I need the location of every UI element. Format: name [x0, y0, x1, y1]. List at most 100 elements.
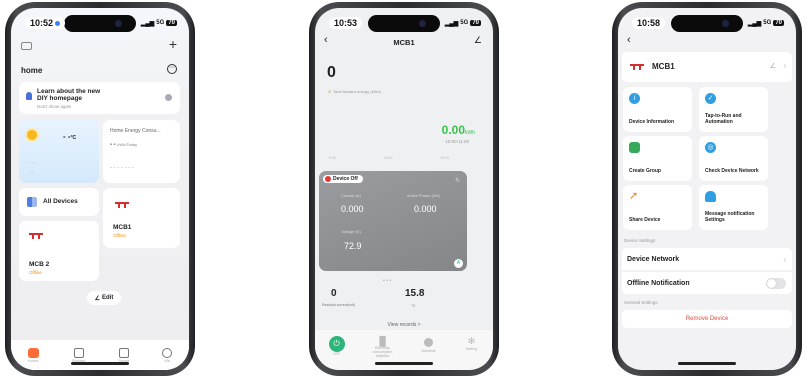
axis-tick: 10:00	[383, 156, 393, 160]
alert-icon	[325, 176, 331, 182]
energy-value: - - kWh/Today	[110, 142, 138, 148]
power-label: Active Power (kW)	[407, 193, 440, 198]
bars-icon: ▐▌	[376, 336, 389, 346]
weather-card[interactable]: - -°C - - - -	[19, 120, 99, 183]
residual-label: Residual current(mA)	[322, 303, 356, 307]
battery-icon: 70	[470, 20, 481, 26]
device-card-mcb1[interactable]: MCB1 Offline	[103, 188, 180, 248]
dont-show-again-link[interactable]: Don't show again	[37, 104, 71, 109]
close-icon[interactable]	[165, 94, 172, 101]
device-name: MCB1	[652, 62, 675, 71]
more-icon[interactable]: ⋯	[167, 64, 177, 74]
pencil-icon: ∠	[94, 295, 101, 302]
device-header[interactable]: MCB1 ∠ ›	[622, 52, 792, 82]
me-icon	[162, 348, 173, 358]
tab-home[interactable]: Home	[27, 348, 39, 363]
battery-icon: 70	[773, 20, 784, 26]
add-icon[interactable]: +	[169, 36, 177, 52]
group-icon	[629, 142, 640, 153]
forward-energy-value: 0	[327, 64, 336, 81]
edit-icon[interactable]: ∠	[474, 35, 482, 46]
sun-icon	[27, 130, 37, 140]
remove-device-button[interactable]: Remove Device	[622, 310, 792, 328]
section-general-settings: General Settings	[624, 300, 658, 305]
bell-icon	[705, 191, 716, 202]
tab-smart[interactable]: Smart	[118, 348, 129, 363]
info-icon: i	[629, 93, 640, 104]
view-records-link[interactable]: View records >	[315, 322, 493, 328]
energy-dashes: - - - - - - -	[110, 165, 134, 171]
residual-value: 0	[331, 288, 337, 299]
offline-notification-toggle[interactable]	[766, 277, 786, 289]
weather-temp: - -°C	[63, 132, 77, 141]
power-icon: ⏻	[328, 336, 345, 352]
status-time: 10:58	[632, 17, 666, 29]
forward-energy-label: ⚡ Total forward energy (kWh)	[327, 89, 382, 94]
banner-title: Learn about the new DIY homepage	[37, 88, 101, 102]
off-button[interactable]: ⏻ OFF	[323, 336, 351, 370]
mode-badge[interactable]: A	[454, 259, 463, 268]
energy-title: Home Energy Consu...	[110, 128, 161, 134]
signal-indicator: ▂▄▆ 5G 70	[444, 20, 481, 27]
device-name: MCB 2	[29, 261, 50, 268]
tile-share-device[interactable]: ➚ Share Device	[623, 185, 692, 230]
weather-line-1: - -	[29, 160, 34, 166]
edit-icon[interactable]: ∠	[770, 62, 776, 70]
refresh-icon[interactable]: ↻	[455, 177, 460, 184]
chart-time: 10:00-11:00	[445, 139, 469, 144]
chevron-right-icon: ›	[783, 254, 786, 264]
status-bar: 10:52 ▂▄▆ 5G 70	[25, 16, 177, 30]
tile-create-group[interactable]: Create Group	[623, 136, 692, 181]
power-value: 0.000	[414, 204, 437, 214]
toggle-knob	[767, 278, 776, 288]
temp-value: 15.8	[405, 288, 425, 299]
device-status: Offline	[29, 270, 42, 275]
phone-home-screen: 10:52 ▂▄▆ 5G 70 + home ⋯ Learn about the…	[5, 2, 195, 376]
diy-banner[interactable]: Learn about the new DIY homepage Don't sh…	[19, 82, 180, 114]
network-label: 5G	[156, 20, 165, 26]
tab-me[interactable]: Me	[162, 348, 173, 363]
phone-device-panel: 10:53 ▂▄▆ 5G 70 ‹ MCB1 ∠ 0 ⚡ Total forwa…	[309, 2, 499, 376]
chevron-right-icon: ›	[783, 61, 786, 70]
chart-value: 0.00kWh	[441, 123, 475, 137]
home-indicator	[678, 362, 736, 365]
status-time: 10:53	[329, 17, 363, 29]
home-avatar[interactable]	[21, 42, 32, 50]
tile-tap-to-run[interactable]: ✓ Tap-to-Run and Automation	[699, 87, 768, 132]
gear-icon: ✻	[467, 336, 476, 346]
section-device-settings: Device Settings	[624, 238, 656, 243]
weather-line-2: - -	[29, 170, 34, 176]
status-bar: 10:58 ▂▄▆ 5G 70	[632, 16, 784, 30]
chart-axis: 8:00 10:00 20:00	[329, 156, 449, 160]
tile-message-notification[interactable]: Message notification Settings	[699, 185, 768, 230]
brand-logo-icon	[115, 202, 129, 208]
device-panel: Device Off ↻ Current (A) 0.000 Active Po…	[319, 171, 467, 271]
bottom-tab-bar: Home Scenes Smart Me	[11, 340, 189, 370]
voltage-label: Voltage (V)	[341, 229, 361, 234]
setting-button[interactable]: ✻ Setting	[458, 336, 486, 370]
energy-card[interactable]: Home Energy Consu... - - kWh/Today - - -…	[103, 120, 180, 183]
tile-check-network[interactable]: ◎ Check Device Network	[699, 136, 768, 181]
tile-device-information[interactable]: i Device Information	[623, 87, 692, 132]
axis-tick: 20:00	[440, 156, 449, 160]
tab-scenes[interactable]: Scenes	[72, 348, 85, 363]
device-network-row[interactable]: Device Network ›	[622, 248, 792, 270]
device-off-badge: Device Off	[323, 175, 363, 183]
device-panel-screen: 10:53 ▂▄▆ 5G 70 ‹ MCB1 ∠ 0 ⚡ Total forwa…	[315, 8, 493, 370]
smart-icon	[118, 348, 129, 358]
voltage-value: 72.9	[344, 241, 362, 251]
brand-logo-icon	[29, 233, 43, 239]
share-icon: ➚	[629, 190, 639, 202]
brand-logo-icon	[630, 64, 644, 70]
lightbulb-icon	[26, 92, 32, 100]
home-title[interactable]: home	[21, 66, 42, 75]
back-icon[interactable]: ‹	[627, 34, 631, 46]
offline-notification-row: Offline Notification	[622, 272, 792, 294]
network-icon: ◎	[705, 142, 716, 153]
home-screen: 10:52 ▂▄▆ 5G 70 + home ⋯ Learn about the…	[11, 8, 189, 370]
device-card-mcb2[interactable]: MCB 2 Offline	[19, 221, 99, 281]
all-devices-card[interactable]: All Devices	[19, 188, 99, 216]
status-time: 10:52	[25, 17, 66, 29]
status-bar: 10:53 ▂▄▆ 5G 70	[329, 16, 481, 30]
edit-button[interactable]: ∠ Edit	[87, 291, 121, 305]
